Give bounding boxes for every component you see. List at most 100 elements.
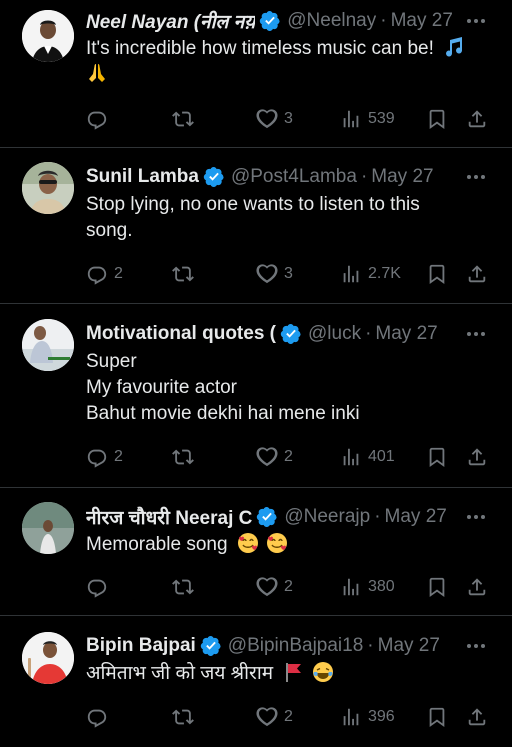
retweet-button[interactable] — [172, 574, 200, 600]
avatar[interactable] — [22, 632, 74, 684]
retweet-button[interactable] — [172, 106, 200, 132]
bookmark-icon — [426, 263, 448, 285]
views-button[interactable]: 2.7K — [340, 261, 401, 287]
tweet-5[interactable]: Bipin Bajpai @BipinBajpai18 · May 27 अमि… — [0, 616, 512, 747]
reply-button[interactable]: 2 — [86, 261, 123, 287]
heart-icon — [256, 108, 278, 130]
action-bar: 2 380 — [0, 574, 512, 600]
avatar[interactable] — [22, 10, 74, 62]
timestamp[interactable]: May 27 — [371, 166, 433, 188]
like-button[interactable]: 2 — [256, 704, 293, 730]
like-button[interactable]: 2 — [256, 574, 293, 600]
reply-count: 2 — [114, 265, 123, 282]
retweet-button[interactable] — [172, 704, 200, 730]
separator: · — [360, 166, 368, 187]
like-button[interactable]: 2 — [256, 444, 293, 470]
share-button[interactable] — [466, 106, 488, 132]
bookmark-button[interactable] — [426, 704, 448, 730]
bookmark-icon — [426, 446, 448, 468]
retweet-button[interactable] — [172, 261, 200, 287]
retweet-icon — [172, 108, 194, 130]
more-icon[interactable] — [464, 505, 488, 529]
views-button[interactable]: 396 — [340, 704, 395, 730]
avatar[interactable] — [22, 502, 74, 554]
bookmark-button[interactable] — [426, 261, 448, 287]
reply-button[interactable] — [86, 704, 114, 730]
face-with-tears-of-joy-emoji-icon — [312, 662, 333, 682]
views-button[interactable]: 539 — [340, 106, 395, 132]
separator: · — [365, 323, 372, 344]
heart-icon — [256, 706, 278, 728]
handle[interactable]: @Post4Lamba — [231, 166, 357, 188]
bookmark-button[interactable] — [426, 106, 448, 132]
like-button[interactable]: 3 — [256, 261, 293, 287]
share-icon — [466, 576, 488, 598]
views-icon — [340, 263, 362, 285]
separator: · — [380, 10, 387, 31]
separator: · — [367, 635, 374, 656]
views-button[interactable]: 380 — [340, 574, 395, 600]
timestamp[interactable]: May 27 — [385, 506, 447, 528]
display-name[interactable]: Motivational quotes ( — [86, 323, 276, 345]
reply-button[interactable]: 2 — [86, 444, 123, 470]
musical-notes-emoji-icon — [446, 37, 463, 57]
views-button[interactable]: 401 — [340, 444, 395, 470]
reply-count: 2 — [114, 448, 123, 465]
like-count: 2 — [284, 708, 293, 725]
tweet-text: अमिताभ जी को जय श्रीराम — [86, 663, 274, 684]
more-icon[interactable] — [464, 634, 488, 658]
like-button[interactable]: 3 — [256, 106, 293, 132]
tweet-4[interactable]: नीरज चौधरी Neeraj C @Neerajp · May 27 Me… — [0, 488, 512, 616]
more-icon[interactable] — [464, 322, 488, 346]
tweet-3[interactable]: Motivational quotes ( @luck · May 27 Sup… — [0, 304, 512, 488]
more-icon[interactable] — [464, 9, 488, 33]
share-icon — [466, 263, 488, 285]
like-count: 3 — [284, 110, 293, 127]
view-count: 380 — [368, 578, 395, 595]
bookmark-button[interactable] — [426, 444, 448, 470]
reply-icon — [86, 446, 108, 468]
share-button[interactable] — [466, 444, 488, 470]
avatar[interactable] — [22, 319, 74, 371]
like-count: 2 — [284, 578, 293, 595]
action-bar: 2 2 401 — [0, 444, 512, 470]
retweet-icon — [172, 706, 194, 728]
view-count: 539 — [368, 110, 395, 127]
retweet-button[interactable] — [172, 444, 200, 470]
handle[interactable]: @BipinBajpai18 — [228, 635, 364, 657]
tweet-text-line: My favourite actor — [86, 377, 237, 398]
tweet-1[interactable]: Neel Nayan (नील नय़ @Neelnay · May 27 It… — [0, 0, 512, 148]
avatar[interactable] — [22, 162, 74, 214]
handle[interactable]: @Neerajp — [284, 506, 370, 528]
verified-badge-icon — [200, 635, 222, 657]
verified-badge-icon — [256, 506, 278, 528]
more-icon[interactable] — [464, 165, 488, 189]
bookmark-icon — [426, 706, 448, 728]
like-count: 3 — [284, 265, 293, 282]
views-icon — [340, 108, 362, 130]
bookmark-button[interactable] — [426, 574, 448, 600]
timestamp[interactable]: May 27 — [391, 10, 453, 32]
display-name[interactable]: Sunil Lamba — [86, 166, 199, 188]
handle[interactable]: @Neelnay — [287, 10, 376, 32]
tweet-text-line: Bahut movie dekhi hai mene inki — [86, 403, 360, 424]
handle[interactable]: @luck — [308, 323, 361, 345]
timestamp[interactable]: May 27 — [378, 635, 440, 657]
display-name[interactable]: Neel Nayan (नील नय़ — [86, 8, 255, 34]
tweet-text: It's incredible how timeless music can b… — [86, 38, 434, 59]
display-name[interactable]: नीरज चौधरी Neeraj C — [86, 504, 252, 530]
share-button[interactable] — [466, 574, 488, 600]
display-name[interactable]: Bipin Bajpai — [86, 635, 196, 657]
share-button[interactable] — [466, 261, 488, 287]
views-icon — [340, 576, 362, 598]
share-button[interactable] — [466, 704, 488, 730]
tweet-text-line: song. — [86, 220, 133, 241]
reply-button[interactable] — [86, 106, 114, 132]
reply-button[interactable] — [86, 574, 114, 600]
timestamp[interactable]: May 27 — [375, 323, 437, 345]
action-bar: 2 3 2.7K — [0, 261, 512, 287]
bookmark-icon — [426, 108, 448, 130]
tweet-2[interactable]: Sunil Lamba @Post4Lamba · May 27 Stop ly… — [0, 148, 512, 304]
action-bar: 3 539 — [0, 106, 512, 132]
retweet-icon — [172, 446, 194, 468]
